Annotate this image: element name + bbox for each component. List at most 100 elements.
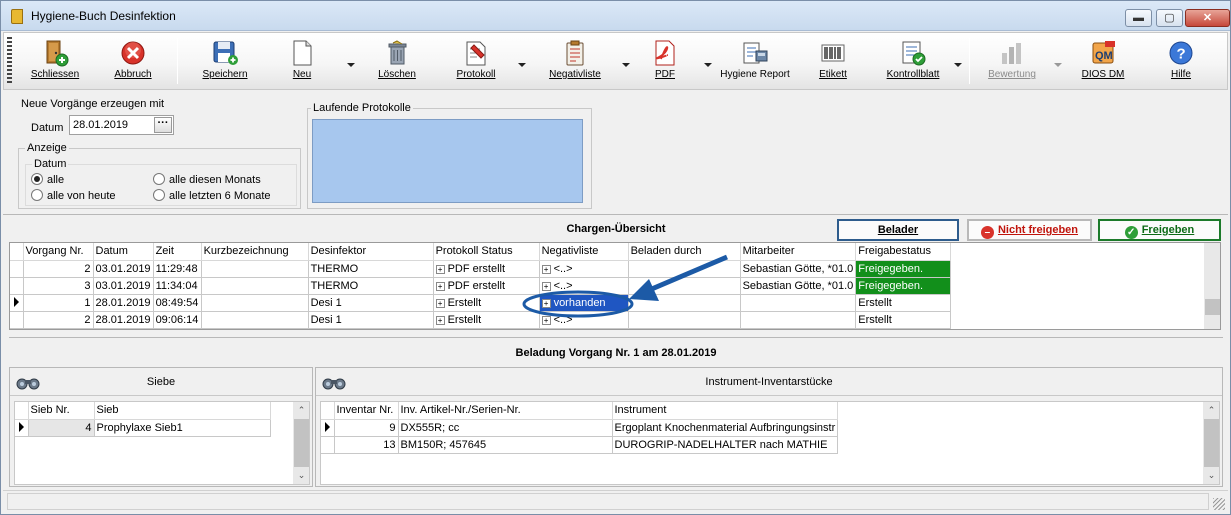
protokoll-dropdown-arrow[interactable]: [518, 63, 526, 67]
scroll-up-icon[interactable]: ⌃: [293, 402, 309, 419]
neue-vorgaenge-label: Neue Vorgänge erzeugen mit: [21, 98, 165, 110]
table-row[interactable]: 4 Prophylaxe Sieb1: [15, 419, 271, 437]
resize-grip-icon[interactable]: [1213, 498, 1225, 510]
col-header[interactable]: Freigabestatus: [855, 243, 952, 261]
siebe-title: Siebe: [146, 376, 176, 388]
beladung-title: Beladung Vorgang Nr. 1 am 28.01.2019: [515, 347, 717, 359]
siebe-scrollbar[interactable]: ⌃ ⌄: [293, 402, 309, 484]
expand-icon[interactable]: +: [435, 281, 445, 291]
col-header[interactable]: Inv. Artikel-Nr./Serien-Nr.: [398, 402, 613, 420]
neu-button[interactable]: Neu: [280, 35, 324, 87]
toolbar-separator: [969, 38, 970, 84]
toolbar: Schliessen Abbruch Speichern Neu Löschen…: [3, 32, 1228, 90]
scroll-up-icon[interactable]: ⌃: [1203, 402, 1219, 419]
nicht-freigeben-button[interactable]: – Nicht freigeben: [967, 219, 1092, 241]
table-row[interactable]: 13 BM150R; 457645 DUROGRIP-NADELHALTER n…: [321, 436, 839, 454]
siebe-header: Siebe: [10, 368, 312, 396]
col-header[interactable]: Mitarbeiter: [740, 243, 857, 261]
bewertung-dropdown-arrow[interactable]: [1054, 63, 1062, 67]
radio-dot: [153, 189, 165, 201]
kontrollblatt-dropdown-arrow[interactable]: [954, 63, 962, 67]
table-row[interactable]: 3 03.01.2019 11:34:04 THERMO + PDF erstel…: [10, 277, 952, 295]
radio-dot: [153, 173, 165, 185]
neu-dropdown-arrow[interactable]: [347, 63, 355, 67]
negativliste-dropdown-arrow[interactable]: [622, 63, 630, 67]
annotation-ellipse: [522, 290, 634, 318]
row-pointer-icon: [13, 296, 19, 307]
radio-alle-letzten-6-monate[interactable]: alle letzten 6 Monate: [153, 189, 271, 202]
expand-icon[interactable]: +: [435, 298, 445, 308]
col-header[interactable]: Sieb: [94, 402, 271, 420]
pdf-icon: [651, 39, 679, 67]
laufende-protokolle-list[interactable]: [312, 119, 583, 203]
expand-icon[interactable]: +: [435, 264, 445, 274]
radio-dot: [31, 173, 43, 185]
annotation-overlay: [522, 254, 728, 318]
table-row-selected[interactable]: 1 28.01.2019 08:49:54 Desi 1 + Erstellt +…: [10, 294, 952, 312]
minimize-button[interactable]: ▬: [1125, 9, 1152, 27]
freigabe-status-cell: Freigegeben.: [855, 277, 952, 295]
svg-text:?: ?: [1177, 46, 1186, 63]
toolbar-grip[interactable]: [7, 37, 12, 85]
scroll-down-icon[interactable]: ⌄: [1203, 467, 1219, 484]
window-title: Hygiene-Buch Desinfektion: [31, 9, 176, 23]
radio-alle-diesen-monats[interactable]: alle diesen Monats: [153, 173, 261, 186]
scroll-thumb[interactable]: [294, 419, 309, 467]
scroll-thumb[interactable]: [1205, 299, 1220, 315]
protocol-icon: [462, 39, 490, 67]
freigeben-button[interactable]: ✓ Freigeben: [1098, 219, 1221, 241]
protokoll-button[interactable]: Protokoll: [450, 35, 502, 87]
col-header[interactable]: Sieb Nr.: [28, 402, 95, 420]
col-header[interactable]: Zeit: [153, 243, 202, 261]
instrumente-panel: Instrument-Inventarstücke Inventar Nr. I…: [315, 367, 1223, 487]
pdf-button[interactable]: PDF: [645, 35, 685, 87]
save-disk-icon: [211, 39, 239, 67]
close-button[interactable]: ✕: [1185, 9, 1230, 27]
col-header[interactable]: Kurzbezeichnung: [201, 243, 309, 261]
bewertung-button[interactable]: Bewertung: [984, 35, 1040, 87]
table-row[interactable]: 2 28.01.2019 09:06:14 Desi 1 + Erstellt +…: [10, 311, 952, 329]
col-header[interactable]: Datum: [93, 243, 154, 261]
datum-input[interactable]: 28.01.2019 ···: [69, 115, 174, 135]
speichern-button[interactable]: Speichern: [194, 35, 256, 87]
instrumente-table: Inventar Nr. Inv. Artikel-Nr./Serien-Nr.…: [321, 402, 839, 454]
loeschen-button[interactable]: Löschen: [372, 35, 422, 87]
col-header[interactable]: Vorgang Nr.: [23, 243, 94, 261]
col-header[interactable]: Instrument: [612, 402, 839, 420]
hygiene-report-button[interactable]: Hygiene Report: [719, 35, 791, 87]
col-header[interactable]: Desinfektor: [308, 243, 434, 261]
chargen-scrollbar[interactable]: [1204, 243, 1220, 329]
check-circle-icon: ✓: [1124, 226, 1138, 239]
status-segment: [7, 493, 1209, 510]
expand-icon[interactable]: +: [435, 315, 445, 325]
abbruch-button[interactable]: Abbruch: [106, 35, 160, 87]
radio-alle[interactable]: alle: [31, 173, 64, 186]
scroll-thumb[interactable]: [1204, 419, 1219, 467]
table-row[interactable]: 9 DX555R; cc Ergoplant Knochenmaterial A…: [321, 419, 839, 437]
title-bar: Hygiene-Buch Desinfektion ▬ ▢ ✕: [1, 1, 1230, 31]
belader-button[interactable]: Belader: [837, 219, 959, 241]
date-picker-button[interactable]: ···: [154, 117, 172, 133]
trash-bin-icon: [383, 39, 411, 67]
hilfe-button[interactable]: ? Hilfe: [1162, 35, 1200, 87]
col-header[interactable]: Inventar Nr.: [334, 402, 399, 420]
maximize-button[interactable]: ▢: [1156, 9, 1183, 27]
anzeige-legend: Anzeige: [25, 142, 69, 154]
siebe-panel: Siebe Sieb Nr. Sieb 4 Prophylaxe Sieb1 ⌃: [9, 367, 313, 487]
table-row[interactable]: 2 03.01.2019 11:29:48 THERMO + PDF erstel…: [10, 260, 952, 278]
dios-dm-button[interactable]: QM DIOS DM: [1079, 35, 1127, 87]
instrumente-scrollbar[interactable]: ⌃ ⌄: [1203, 402, 1219, 484]
radio-alle-von-heute[interactable]: alle von heute: [31, 189, 116, 202]
chargen-title: Chargen-Übersicht: [566, 223, 666, 235]
barcode-icon: [819, 39, 847, 67]
siebe-grid: Sieb Nr. Sieb 4 Prophylaxe Sieb1 ⌃ ⌄: [14, 401, 310, 485]
schliessen-button[interactable]: Schliessen: [24, 35, 86, 87]
pdf-dropdown-arrow[interactable]: [704, 63, 712, 67]
negativliste-button[interactable]: Negativliste: [541, 35, 609, 87]
etikett-button[interactable]: Etikett: [812, 35, 854, 87]
siebe-header-row: Sieb Nr. Sieb: [15, 402, 271, 420]
kontrollblatt-button[interactable]: Kontrollblatt: [881, 35, 945, 87]
anzeige-datum-legend: Datum: [32, 158, 69, 170]
scroll-down-icon[interactable]: ⌄: [293, 467, 309, 484]
help-icon: ?: [1167, 39, 1195, 67]
